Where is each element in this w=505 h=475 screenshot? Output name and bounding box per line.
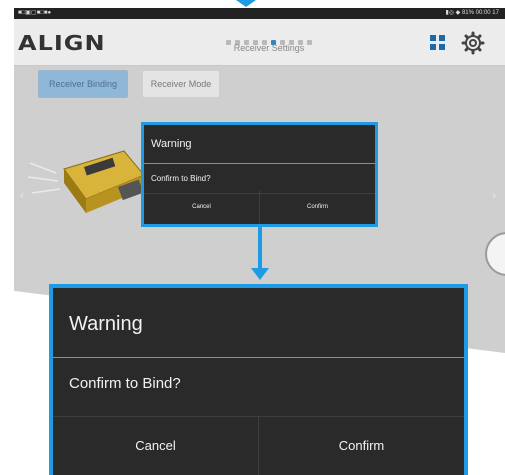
page-title: Receiver Settings (233, 43, 305, 53)
tab-receiver-mode[interactable]: Receiver Mode (142, 70, 220, 98)
grid-icon[interactable] (430, 35, 445, 50)
callout-arrow-down (251, 268, 269, 280)
tab-receiver-binding[interactable]: Receiver Binding (38, 70, 128, 98)
dialog-message-enlarged: Confirm to Bind? (53, 359, 464, 417)
dialog-actions-enlarged: Cancel Confirm (53, 417, 464, 475)
app-header: ALIGN Receiver Settings (14, 19, 505, 66)
floating-action-button[interactable] (485, 232, 505, 276)
receiver-image (28, 150, 145, 213)
warning-dialog-enlarged: Warning Confirm to Bind? Cancel Confirm (49, 284, 468, 475)
callout-connector (258, 227, 262, 269)
dialog-actions: Cancel Confirm (144, 190, 375, 224)
warning-dialog: Warning Confirm to Bind? Cancel Confirm (141, 122, 378, 227)
gear-icon[interactable] (461, 31, 485, 55)
dialog-title-enlarged: Warning (53, 288, 464, 358)
cancel-button[interactable]: Cancel (144, 190, 259, 224)
align-logo: ALIGN (18, 31, 106, 55)
dialog-title: Warning (144, 125, 375, 164)
status-bar-left: ■□▣▢■□■● (18, 10, 52, 16)
confirm-button-enlarged[interactable]: Confirm (258, 417, 464, 475)
cancel-button-enlarged[interactable]: Cancel (53, 417, 258, 475)
status-bar: ■□▣▢■□■● ▮◎ ◆ 81% 00:00 17 (14, 8, 505, 19)
callout-arrow-top (236, 0, 256, 7)
chevron-left-icon[interactable]: ‹ (20, 188, 24, 202)
chevron-right-icon[interactable]: › (492, 188, 496, 202)
status-bar-right: ▮◎ ◆ 81% 00:00 17 (445, 10, 499, 16)
confirm-button[interactable]: Confirm (259, 190, 375, 224)
